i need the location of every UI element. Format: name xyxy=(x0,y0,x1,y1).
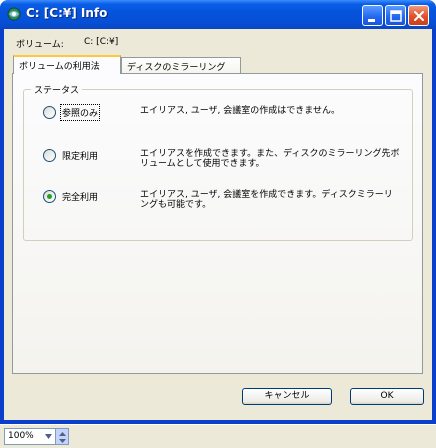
status-groupbox: ステータス 参照のみ エイリアス, ユーザ, 会議室の作成はできません。 限定利… xyxy=(23,83,413,241)
zoom-value: 100% xyxy=(8,431,34,441)
option-label-read-only[interactable]: 参照のみ xyxy=(59,104,101,121)
tab-panel: ステータス 参照のみ エイリアス, ユーザ, 会議室の作成はできません。 限定利… xyxy=(12,73,423,374)
title-bar[interactable]: C: [C:¥] Info xyxy=(0,0,436,29)
radio-full[interactable] xyxy=(43,190,56,203)
option-label-full[interactable]: 完全利用 xyxy=(62,190,98,203)
volume-value: C: [C:¥] xyxy=(84,37,119,47)
zoom-select[interactable]: 100% xyxy=(4,428,56,445)
option-desc-limited: エイリアスを作成できます。また、ディスクのミラーリング先ボリュームとして使用でき… xyxy=(140,149,400,169)
app-icon xyxy=(7,7,21,21)
volume-label: ボリューム: xyxy=(16,40,64,50)
cancel-button[interactable]: キャンセル xyxy=(242,388,332,405)
tab-label: ディスクのミラーリング xyxy=(127,63,226,73)
radio-limited[interactable] xyxy=(43,149,56,162)
dialog-window: C: [C:¥] Info ボリューム: C: [C:¥] ボリュームの利用法 … xyxy=(0,0,436,424)
radio-read-only[interactable] xyxy=(43,106,56,119)
option-label-limited[interactable]: 限定利用 xyxy=(62,149,98,162)
dialog-body: ボリューム: C: [C:¥] ボリュームの利用法 ディスクのミラーリング ステ… xyxy=(4,29,432,420)
tab-disk-mirroring[interactable]: ディスクのミラーリング xyxy=(121,57,241,74)
option-desc-read-only: エイリアス, ユーザ, 会議室の作成はできません。 xyxy=(140,106,340,116)
minimize-button[interactable] xyxy=(362,5,383,26)
cancel-button-label: キャンセル xyxy=(264,391,310,401)
maximize-icon xyxy=(390,10,402,22)
group-title: ステータス xyxy=(31,83,83,96)
radio-selected-dot xyxy=(47,194,52,199)
zoom-spinner[interactable] xyxy=(56,428,69,445)
ok-button-label: OK xyxy=(380,391,394,401)
status-bar: 100% xyxy=(0,424,436,448)
ok-button[interactable]: OK xyxy=(350,388,424,405)
minimize-icon xyxy=(368,19,375,22)
dropdown-arrow-icon xyxy=(45,434,52,439)
window-title: C: [C:¥] Info xyxy=(26,6,108,20)
close-icon xyxy=(414,11,424,21)
option-desc-full: エイリアス, ユーザ, 会議室を作成できます。ディスクミラーリングも可能です。 xyxy=(140,190,393,210)
maximize-button[interactable] xyxy=(385,5,406,26)
close-button[interactable] xyxy=(408,5,429,26)
spinner-arrows-icon xyxy=(59,432,66,443)
tab-label: ボリュームの利用法 xyxy=(19,62,100,72)
tab-volume-usage[interactable]: ボリュームの利用法 xyxy=(13,55,121,74)
